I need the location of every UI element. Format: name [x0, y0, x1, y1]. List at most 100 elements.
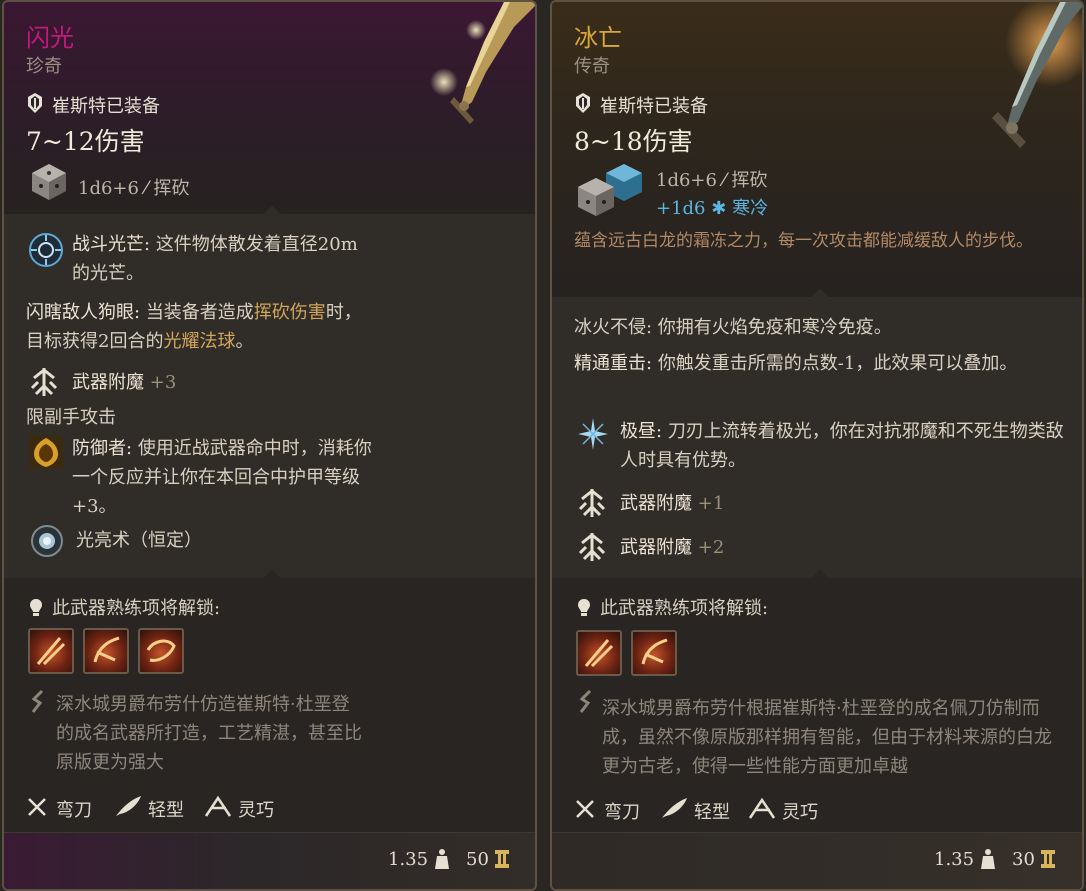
- damage-type: 寒冷: [732, 198, 769, 219]
- weapon-enchant-icon: [578, 489, 606, 517]
- skill-flourish-icon[interactable]: [631, 630, 677, 676]
- fire-cold-immunity: 冰火不侵: 你拥有火焰免疫和寒冷免疫。: [574, 317, 892, 338]
- aurora-icon: [578, 418, 608, 450]
- feather-icon: [116, 796, 141, 816]
- gold-icon: [495, 850, 509, 868]
- helmet-icon: [28, 93, 42, 113]
- tag-light: 轻型: [694, 802, 730, 823]
- item-name: 冰亡: [574, 24, 622, 52]
- proficiency-icon: [578, 599, 590, 616]
- skill-slash-icon[interactable]: [576, 630, 622, 676]
- property-name: 战斗光芒:: [72, 234, 151, 255]
- scimitar-icon: [28, 798, 46, 816]
- tag-finesse: 灵巧: [782, 802, 818, 823]
- defender-property: 防御者: 使用近战武器命中时，消耗你一个反应并让你在本回合中护甲等级+3。: [72, 434, 382, 521]
- damage-type: 挥砍: [731, 170, 768, 191]
- item-description: 深水城男爵布劳什根据崔斯特·杜垩登的成名佩刀仿制而成，虽然不像原版那样拥有智能，…: [602, 698, 1052, 777]
- dice-formula: 1d6+6 ⁄ 挥砍: [656, 166, 767, 192]
- quill-icon: [579, 690, 592, 713]
- damage-range: 8~18伤害: [574, 127, 693, 156]
- defender-icon: [29, 435, 63, 469]
- aurora-property: 极昼: 刀刃上流转着极光，你在对抗邪魔和不死生物类敌人时具有优势。: [620, 417, 1070, 475]
- tag-light: 轻型: [148, 800, 184, 821]
- light-spell-icon: [31, 525, 63, 557]
- gold-icon: [1041, 850, 1055, 868]
- tag-scimitar: 弯刀: [604, 802, 640, 823]
- item-rarity: 传奇: [574, 56, 610, 77]
- slashing-icon: ⁄: [722, 170, 726, 191]
- slashing-icon: ⁄: [144, 178, 148, 199]
- weapon-enchant-icon: [30, 368, 58, 396]
- dice-value: 1d6+6: [656, 170, 717, 191]
- property-text: 刀刃上流转着极光，你在对抗邪魔和不死生物类敌人时具有优势。: [620, 421, 1064, 471]
- effects-section: 战斗光芒: 这件物体散发着直径20m的光芒。 闪瞎敌人狗眼: 当装备者造成挥砍伤…: [4, 205, 535, 578]
- proficiency-section: 此武器熟练项将解锁: 深水城男爵布劳什仿造崔斯特·杜垩登的成名武器所打造，工艺精…: [4, 569, 535, 837]
- enchant-bonus: +3: [149, 372, 177, 393]
- crit-property: 精通重击: 你触发重击所需的点数-1，此效果可以叠加。: [574, 349, 1034, 378]
- effects-section: 冰火不侵: 你拥有火焰免疫和寒冷免疫。 精通重击: 你触发重击所需的点数-1，此…: [552, 288, 1082, 578]
- weight-icon: [981, 849, 995, 869]
- item-tooltip-shining: 闪光 珍奇 崔斯特已装备 7~12伤害 1d6+6 ⁄ 挥砍 战斗光芒: 这件物…: [2, 0, 537, 891]
- proficiency-label: 此武器熟练项将解锁:: [52, 598, 221, 619]
- weapon-enchant-1: 武器附魔 +1: [620, 489, 724, 518]
- enchant-bonus: +2: [697, 537, 725, 558]
- tag-scimitar: 弯刀: [56, 800, 92, 821]
- dice-pair-icon: [578, 164, 642, 216]
- skill-slash-icon[interactable]: [28, 628, 74, 674]
- dice-value: 1d6+6: [78, 178, 139, 199]
- scimitar-icon: [576, 800, 594, 818]
- item-value: 30: [1012, 849, 1035, 870]
- combat-light-property: 战斗光芒: 这件物体散发着直径20m的光芒。: [72, 230, 362, 288]
- property-name: 极昼:: [620, 421, 663, 442]
- slashing-damage-link[interactable]: 挥砍伤害: [254, 302, 326, 323]
- property-text: 当装备者造成: [145, 302, 254, 323]
- dice-formula: 1d6+6 ⁄ 挥砍: [78, 174, 189, 200]
- proficiency-label: 此武器熟练项将解锁:: [600, 598, 769, 619]
- item-description: 深水城男爵布劳什仿造崔斯特·杜垩登的成名武器所打造，工艺精湛，甚至比原版更为强大: [56, 694, 362, 773]
- cold-icon: ✱: [711, 198, 727, 219]
- radiant-orb-link[interactable]: 光耀法球: [163, 331, 235, 352]
- tag-finesse: 灵巧: [238, 800, 274, 821]
- item-value: 50: [466, 849, 489, 870]
- bonus-dice-formula: +1d6 ✱ 寒冷: [656, 194, 768, 220]
- feather-icon: [662, 798, 687, 818]
- property-name: 精通重击:: [574, 353, 653, 374]
- tooltip-header: 冰亡 传奇 崔斯特已装备 8~18伤害 1d6+6 ⁄ 挥砍 +1d6 ✱ 寒冷…: [552, 2, 1082, 297]
- enchant-label: 武器附魔: [620, 537, 692, 558]
- item-name: 闪光: [26, 24, 74, 52]
- equipped-status: 崔斯特已装备: [600, 96, 708, 117]
- combat-light-icon: [29, 233, 63, 267]
- weapon-enchant-2: 武器附魔 +2: [620, 533, 724, 562]
- tooltip-footer: 1.35 50: [4, 832, 535, 889]
- offhand-restriction: 限副手攻击: [26, 407, 116, 428]
- weapon-enchant: 武器附魔 +3: [72, 368, 176, 397]
- item-flavor: 蕴含远古白龙的霜冻之力，每一次攻击都能减缓敌人的步伐。: [574, 231, 1033, 251]
- item-weight: 1.35: [388, 849, 429, 870]
- equipped-status: 崔斯特已装备: [52, 96, 160, 117]
- skill-flourish-icon[interactable]: [83, 628, 129, 674]
- enchant-bonus: +1: [697, 493, 725, 514]
- weapon-image: [992, 2, 1082, 148]
- item-weight: 1.35: [934, 849, 975, 870]
- property-text: 。: [235, 331, 254, 352]
- damage-range: 7~12伤害: [26, 127, 145, 156]
- skill-rush-icon[interactable]: [138, 628, 184, 674]
- proficiency-section: 此武器熟练项将解锁: 深水城男爵布劳什根据崔斯特·杜垩登的成名佩刀仿制而成，虽然…: [552, 569, 1082, 837]
- finesse-icon: [748, 797, 776, 819]
- light-spell[interactable]: 光亮术（恒定）: [76, 526, 202, 555]
- dice-icon: [32, 164, 66, 200]
- item-rarity: 珍奇: [26, 56, 62, 77]
- helmet-icon: [576, 93, 590, 113]
- weight-icon: [435, 849, 449, 869]
- damage-type: 挥砍: [153, 178, 190, 199]
- tooltip-footer: 1.35 30: [552, 832, 1082, 889]
- dice-value: +1d6: [656, 198, 706, 219]
- enchant-label: 武器附魔: [620, 493, 692, 514]
- blind-property: 闪瞎敌人狗眼: 当装备者造成挥砍伤害时，目标获得2回合的光耀法球。: [26, 298, 366, 356]
- weapon-enchant-icon: [578, 533, 606, 561]
- finesse-icon: [204, 795, 232, 817]
- item-tooltip-frostbite: 冰亡 传奇 崔斯特已装备 8~18伤害 1d6+6 ⁄ 挥砍 +1d6 ✱ 寒冷…: [550, 0, 1084, 891]
- tooltip-header: 闪光 珍奇 崔斯特已装备 7~12伤害 1d6+6 ⁄ 挥砍: [4, 2, 535, 214]
- proficiency-icon: [30, 599, 42, 616]
- quill-icon: [31, 690, 44, 713]
